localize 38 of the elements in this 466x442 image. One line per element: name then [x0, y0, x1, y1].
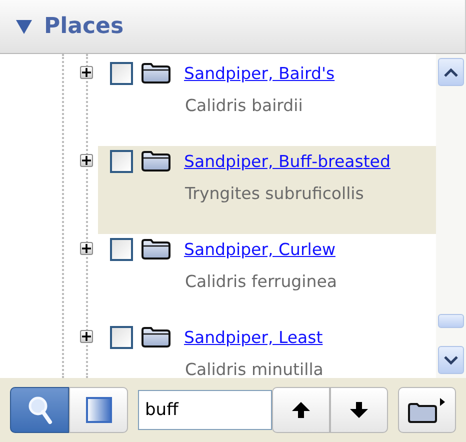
previous-button[interactable] — [272, 387, 330, 433]
expand-icon[interactable] — [80, 154, 93, 167]
scroll-thumb[interactable] — [438, 314, 464, 328]
search-icon — [26, 395, 52, 425]
folder-menu-button[interactable] — [398, 387, 456, 433]
scroll-up-button[interactable] — [438, 58, 464, 86]
chevron-down-icon — [444, 356, 458, 364]
latin-name: Calidris bairdii — [185, 96, 304, 115]
chevron-up-icon — [444, 68, 458, 76]
folder-icon — [141, 62, 171, 84]
panel-title: Places — [44, 14, 124, 39]
latin-name: Calidris ferruginea — [185, 272, 338, 291]
folder-icon — [141, 150, 171, 172]
latin-name: Tryngites subruficollis — [185, 184, 365, 203]
place-link[interactable]: Sandpiper, Least — [184, 328, 323, 346]
scroll-down-button[interactable] — [438, 346, 464, 374]
checkbox[interactable] — [110, 238, 133, 260]
panel-icon — [86, 397, 112, 423]
folder-menu-icon — [407, 396, 447, 424]
checkbox[interactable] — [110, 62, 133, 84]
checkbox[interactable] — [110, 326, 133, 348]
folder-icon — [141, 326, 171, 348]
search-field[interactable]: buff — [138, 390, 272, 430]
search-mode-button[interactable] — [10, 387, 69, 433]
up-arrow-icon — [292, 402, 310, 418]
latin-name: Calidris minutilla — [185, 360, 324, 378]
panel-mode-button[interactable] — [69, 387, 128, 433]
expand-icon[interactable] — [80, 242, 93, 255]
next-button[interactable] — [330, 387, 388, 433]
expand-icon[interactable] — [80, 330, 93, 343]
collapse-triangle-icon[interactable] — [16, 20, 32, 34]
place-link[interactable]: Sandpiper, Curlew — [184, 240, 336, 258]
folder-icon — [141, 238, 171, 260]
place-link[interactable]: Sandpiper, Baird's — [184, 64, 335, 82]
down-arrow-icon — [350, 402, 368, 418]
place-link[interactable]: Sandpiper, Buff-breasted — [184, 152, 390, 170]
checkbox[interactable] — [110, 150, 133, 172]
expand-icon[interactable] — [80, 66, 93, 79]
